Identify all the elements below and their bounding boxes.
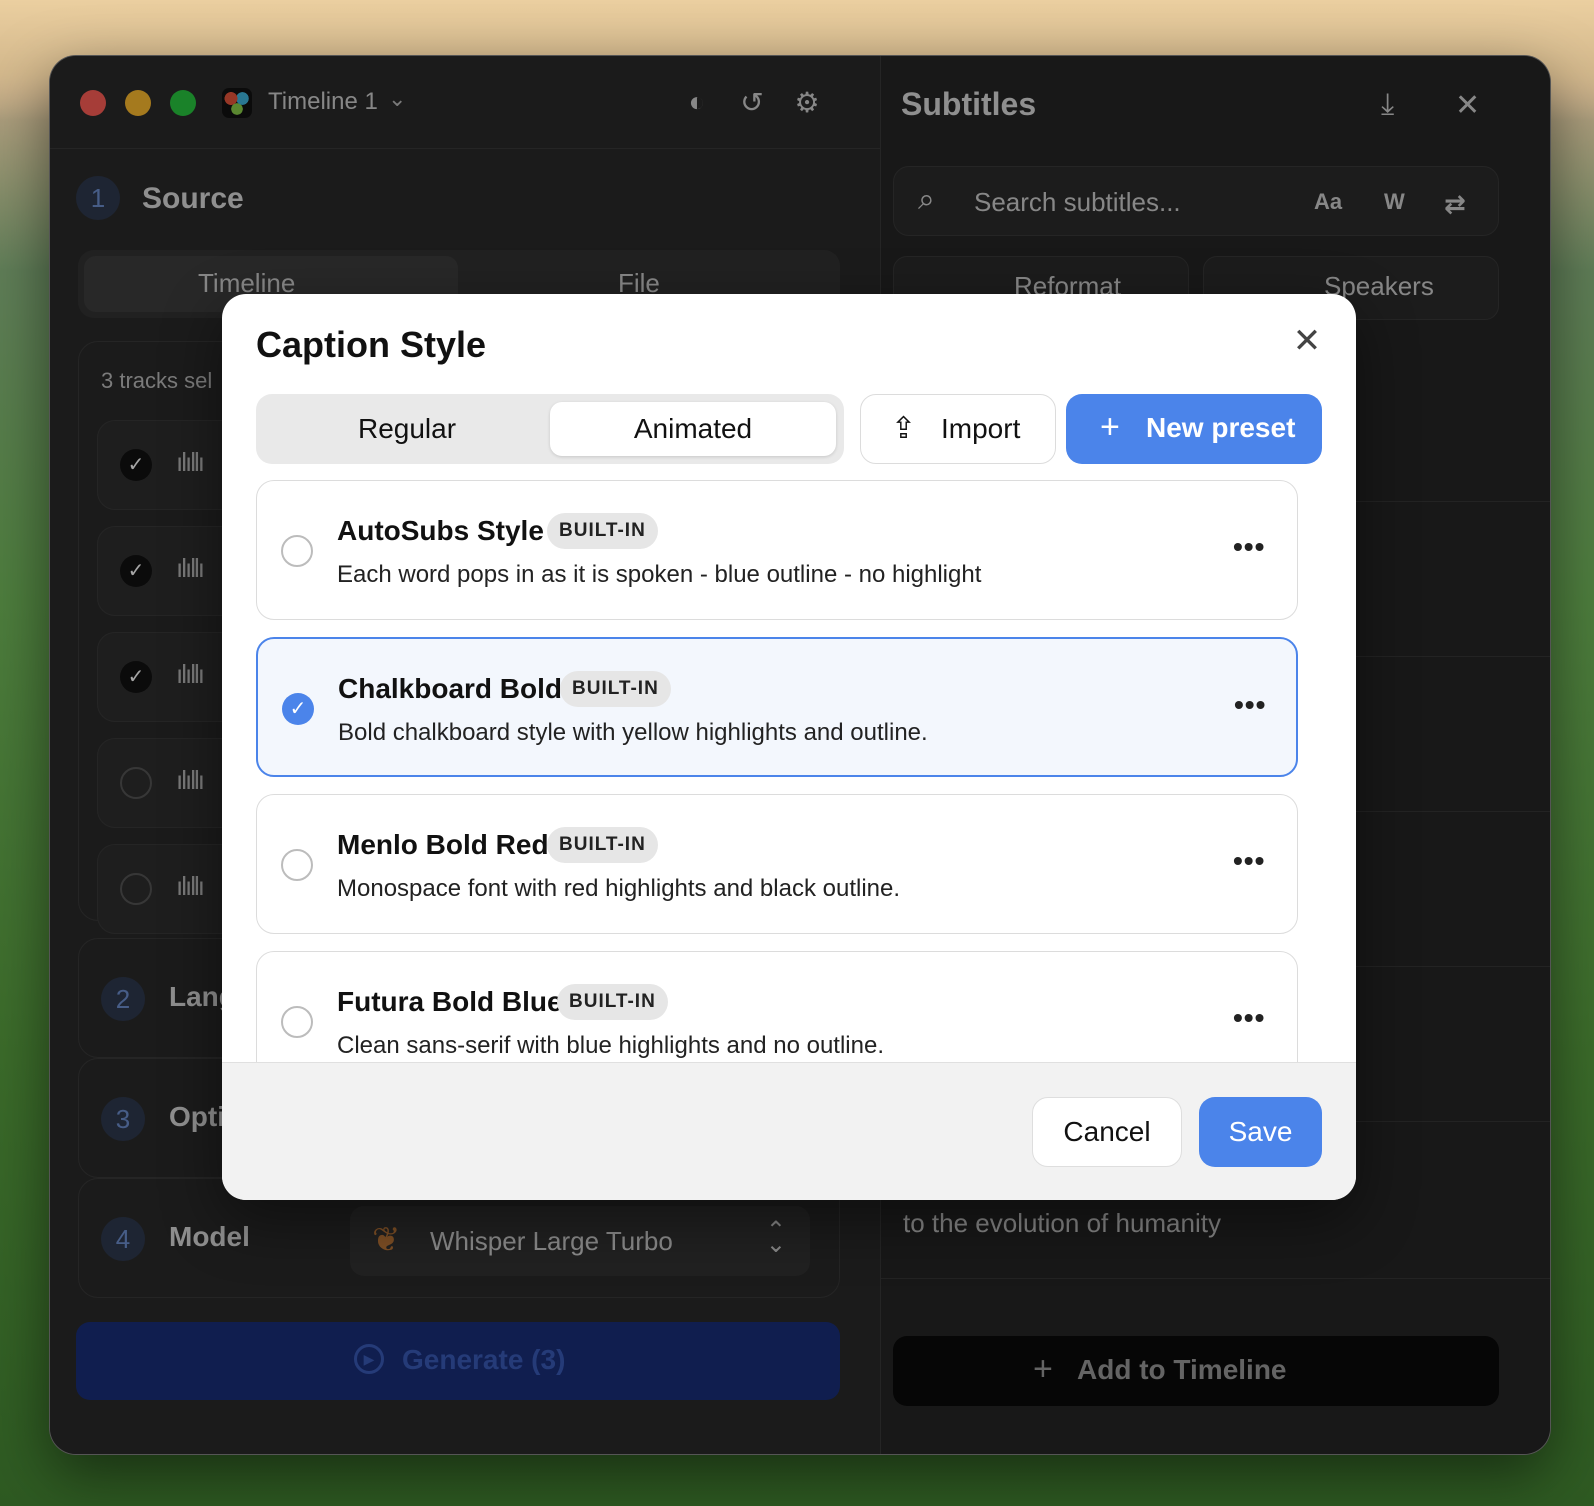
more-options-icon[interactable]: ••• (1233, 845, 1265, 877)
radio-unchecked-icon[interactable] (281, 849, 313, 881)
built-in-badge: BUILT-IN (557, 984, 668, 1020)
new-preset-button-label: New preset (1146, 412, 1296, 443)
preset-name: AutoSubs Style (337, 515, 544, 546)
built-in-badge: BUILT-IN (560, 671, 671, 707)
save-button[interactable]: Save (1199, 1097, 1322, 1167)
radio-unchecked-icon[interactable] (281, 1006, 313, 1038)
preset-card[interactable]: Menlo Bold Red BUILT-IN Monospace font w… (256, 794, 1298, 934)
radio-unchecked-icon[interactable] (281, 535, 313, 567)
import-button[interactable]: ⇪ Import (860, 394, 1056, 464)
preset-card[interactable]: Futura Bold Blue BUILT-IN Clean sans-ser… (256, 951, 1298, 1064)
caption-style-dialog: Caption Style ✕ Regular Animated ⇪ Impor… (222, 294, 1356, 1200)
upload-icon: ⇪ (891, 412, 917, 445)
built-in-badge: BUILT-IN (547, 827, 658, 863)
more-options-icon[interactable]: ••• (1234, 689, 1266, 721)
tab-animated[interactable]: Animated (550, 402, 836, 456)
more-options-icon[interactable]: ••• (1233, 1002, 1265, 1034)
preset-card-selected[interactable]: ✓ Chalkboard Bold BUILT-IN Bold chalkboa… (256, 637, 1298, 777)
dialog-title: Caption Style (256, 324, 487, 365)
preset-description: Monospace font with red highlights and b… (337, 875, 901, 902)
cancel-button[interactable]: Cancel (1032, 1097, 1182, 1167)
preset-card[interactable]: AutoSubs Style BUILT-IN Each word pops i… (256, 480, 1298, 620)
preset-description: Each word pops in as it is spoken - blue… (337, 561, 982, 588)
built-in-badge: BUILT-IN (547, 513, 658, 549)
dialog-footer: Cancel Save (222, 1062, 1356, 1200)
plus-icon: + (1100, 408, 1120, 446)
preset-name: Menlo Bold Red (337, 829, 549, 860)
preset-name: Futura Bold Blue (337, 986, 563, 1017)
preset-name: Chalkboard Bold (338, 673, 563, 704)
import-button-label: Import (941, 413, 1021, 444)
preset-description: Clean sans-serif with blue highlights an… (337, 1032, 884, 1059)
preset-description: Bold chalkboard style with yellow highli… (338, 719, 928, 746)
close-icon[interactable]: ✕ (1290, 324, 1324, 358)
preset-list[interactable]: AutoSubs Style BUILT-IN Each word pops i… (256, 480, 1302, 1064)
new-preset-button[interactable]: + New preset (1066, 394, 1322, 464)
tab-regular[interactable]: Regular (264, 402, 550, 456)
style-type-tabs: Regular Animated (256, 394, 844, 464)
more-options-icon[interactable]: ••• (1233, 531, 1265, 563)
radio-checked-icon[interactable]: ✓ (282, 693, 314, 725)
